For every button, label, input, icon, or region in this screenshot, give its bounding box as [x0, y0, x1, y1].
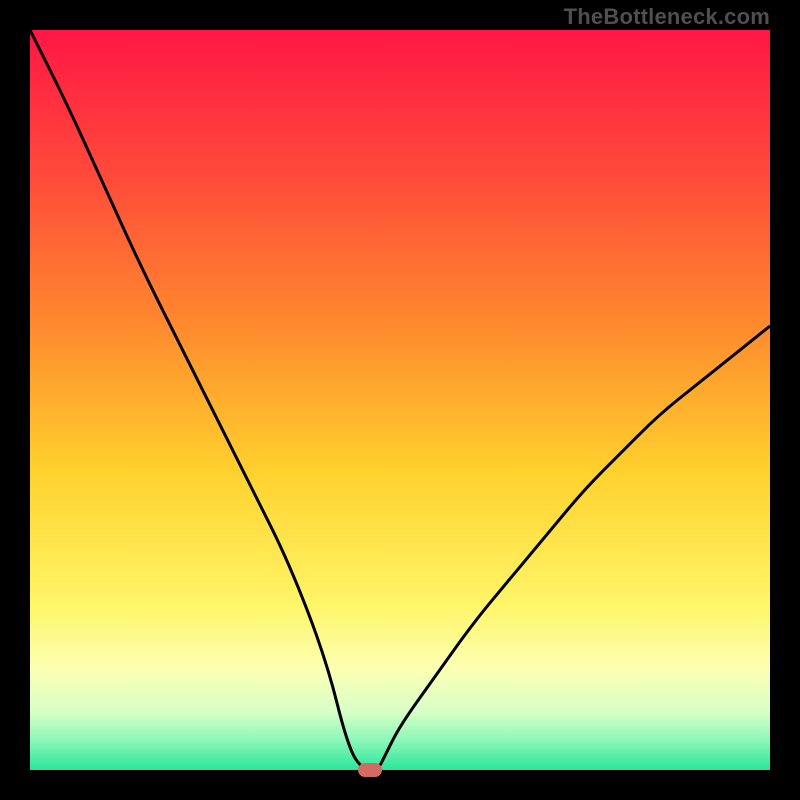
- minimum-marker: [358, 763, 382, 777]
- watermark-text: TheBottleneck.com: [564, 4, 770, 30]
- chart-frame: TheBottleneck.com: [0, 0, 800, 800]
- bottleneck-chart: [30, 30, 770, 770]
- gradient-background: [30, 30, 770, 770]
- plot-area: [30, 30, 770, 770]
